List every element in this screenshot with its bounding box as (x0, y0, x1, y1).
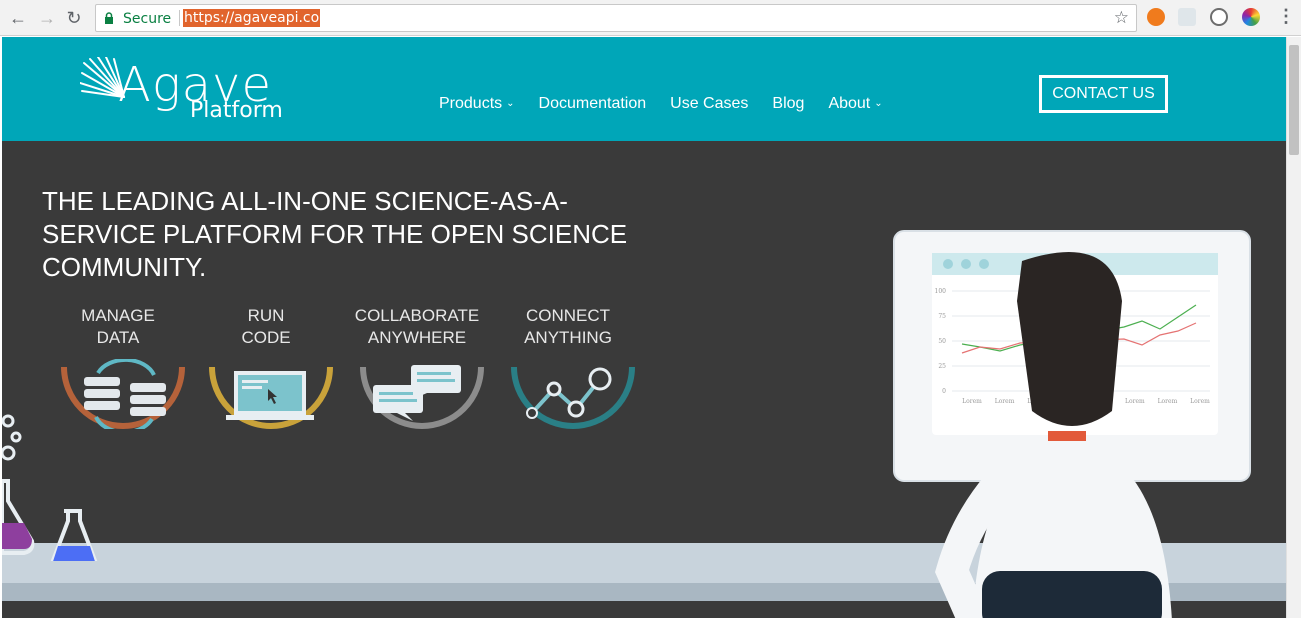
url-text[interactable]: https://agaveapi.co (183, 9, 321, 27)
nav-about-label: About (828, 95, 871, 112)
nav-products-label: Products (439, 95, 503, 112)
agave-logo[interactable]: Agave Platform (80, 55, 300, 125)
browser-toolbar: ← → ↻ Secure https://agaveapi.co ☆ ⋮ (0, 0, 1301, 36)
chat-bubbles-icon (360, 365, 484, 429)
feature-label: CONNECT ANYTHING (524, 306, 612, 347)
bookmark-star-icon[interactable]: ☆ (1114, 8, 1129, 28)
lock-icon (105, 12, 113, 24)
reload-icon[interactable]: ↻ (64, 8, 84, 28)
network-nodes-icon (511, 366, 635, 429)
nav-about[interactable]: About ⌄ (828, 95, 882, 113)
contact-us-button[interactable]: CONTACT US (1039, 75, 1168, 113)
nav-products[interactable]: Products ⌄ (439, 95, 515, 113)
chevron-down-icon: ⌄ (874, 98, 883, 109)
nav-documentation-label: Documentation (538, 95, 647, 112)
globe-icon[interactable] (1210, 8, 1228, 26)
nav-documentation[interactable]: Documentation (539, 95, 647, 113)
feature-run-code: RUN CODE (196, 305, 336, 429)
feature-manage-data: MANAGE DATA (48, 305, 188, 429)
hero-section: THE LEADING ALL-IN-ONE SCIENCE-AS-A-SERV… (2, 141, 1286, 618)
logo-subtitle: Platform (190, 98, 283, 123)
back-icon[interactable]: ← (8, 8, 28, 28)
feature-label: MANAGE DATA (81, 306, 155, 347)
feature-connect-anything: CONNECT ANYTHING (498, 305, 638, 429)
extension-icon-screen[interactable] (1178, 8, 1196, 26)
browser-menu-icon[interactable]: ⋮ (1277, 6, 1295, 27)
lab-flasks-illustration (2, 414, 98, 561)
feature-label: RUN CODE (241, 306, 291, 347)
hero-headline: THE LEADING ALL-IN-ONE SCIENCE-AS-A-SERV… (42, 186, 628, 282)
address-bar[interactable]: Secure https://agaveapi.co ☆ (95, 4, 1137, 32)
omnibox-divider (179, 10, 180, 26)
feature-collaborate-anywhere: COLLABORATE ANYWHERE (347, 305, 487, 429)
nav-blog[interactable]: Blog (772, 95, 804, 113)
feature-label: COLLABORATE ANYWHERE (354, 306, 480, 347)
page-scrollbar[interactable] (1286, 37, 1301, 618)
scientist-illustration (935, 252, 1172, 618)
chevron-down-icon: ⌄ (506, 98, 515, 109)
nav-use-cases-label: Use Cases (670, 95, 749, 112)
scrollbar-thumb[interactable] (1289, 45, 1299, 155)
main-nav: Products ⌄ Documentation Use Cases Blog A… (439, 95, 907, 113)
web-page: Agave Platform Products ⌄ Documentation U… (2, 37, 1286, 618)
laptop-icon (209, 366, 333, 429)
site-header: Agave Platform Products ⌄ Documentation U… (2, 37, 1286, 141)
extension-icon-orange[interactable] (1147, 8, 1165, 26)
colorwheel-extension-icon[interactable] (1242, 8, 1260, 26)
secure-label: Secure (123, 11, 172, 27)
nav-use-cases[interactable]: Use Cases (670, 95, 748, 113)
forward-icon[interactable]: → (37, 8, 57, 28)
nav-blog-label: Blog (772, 95, 805, 112)
